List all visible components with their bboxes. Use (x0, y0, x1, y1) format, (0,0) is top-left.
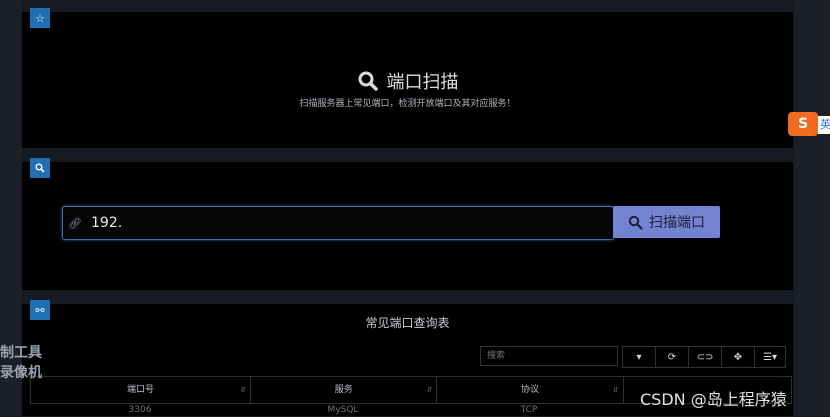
table-cell: MySQL (327, 405, 359, 415)
toggle-icon[interactable]: ⊂⊃ (689, 347, 722, 367)
columns-icon[interactable]: ☰▾ (755, 347, 785, 367)
column-header-service[interactable]: 服务 ⇵ (251, 377, 438, 403)
search-icon (358, 71, 378, 91)
ime-icon[interactable]: S (788, 112, 818, 136)
title-text: 端口扫描 (386, 72, 459, 93)
link-icon: 🔗︎ (68, 216, 82, 230)
page-title: 端口扫描 (22, 68, 793, 94)
search-panel: 🔗︎ 扫描端口 (22, 158, 793, 290)
ip-input-wrapper: 🔗︎ (62, 206, 614, 240)
table-title: 常见端口查询表 (365, 316, 450, 330)
column-header-port[interactable]: 端口号 ⇵ (31, 377, 252, 403)
right-background (794, 0, 830, 416)
column-header-protocol[interactable]: 协议 ⇵ (437, 377, 624, 403)
star-icon: ☆ (30, 8, 50, 28)
page-subtitle: 扫描服务器上常见端口，检测开放端口及其对应服务！ (299, 99, 516, 109)
refresh-icon[interactable]: ⟳ (656, 347, 689, 367)
fullscreen-icon[interactable]: ✥ (722, 347, 755, 367)
collapse-icon[interactable]: ▾ (623, 347, 656, 367)
header-panel: ☆ 端口扫描 扫描服务器上常见端口，检测开放端口及其对应服务！ (22, 8, 793, 148)
watermark: CSDN @岛上程序猿 (640, 390, 787, 409)
scan-ports-label: 扫描端口 (649, 215, 705, 231)
table-search-input[interactable] (480, 346, 618, 366)
desktop-label-1: 制工具 (0, 345, 42, 361)
ip-input[interactable] (87, 209, 613, 237)
desktop-label-2: 录像机 (0, 365, 42, 381)
search-badge-icon (30, 158, 50, 178)
table-toolbar: ▾ ⟳ ⊂⊃ ✥ ☰▾ (622, 346, 786, 368)
table-cell: 3306 (128, 405, 152, 415)
search-icon (628, 215, 643, 230)
scan-ports-button[interactable]: 扫描端口 (613, 206, 720, 238)
table-cell: TCP (520, 405, 538, 415)
ime-mode-label[interactable]: 英 (818, 116, 830, 134)
